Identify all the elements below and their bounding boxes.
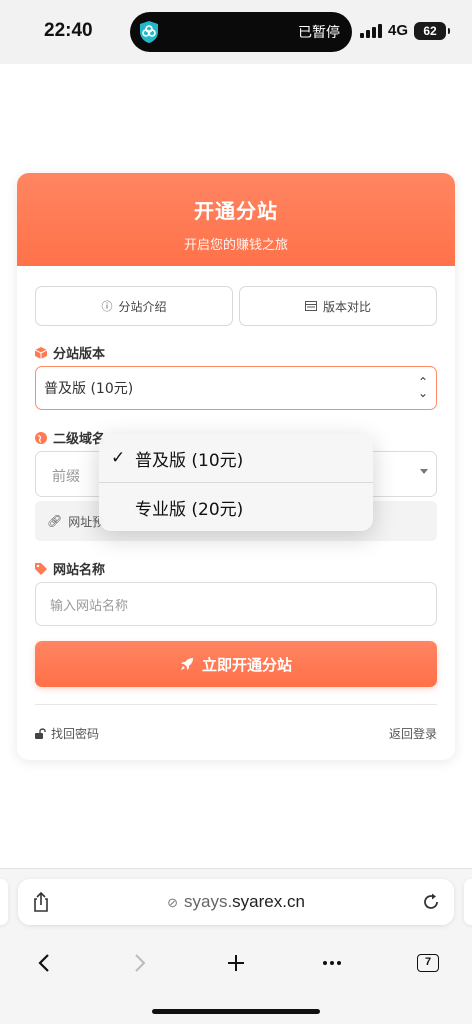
domain-label-text: 二级域名 xyxy=(53,432,106,447)
url-subdomain: syays. xyxy=(183,892,233,911)
version-dropdown-menu: ✓ 普及版 (10元) 专业版 (20元) xyxy=(99,434,373,531)
submit-button[interactable]: 立即开通分站 xyxy=(35,641,437,687)
new-tab-button[interactable] xyxy=(214,943,258,983)
version-label-text: 分站版本 xyxy=(53,347,106,362)
globe-icon xyxy=(35,431,47,444)
url-display: ⊘ syays.syarex.cn xyxy=(18,892,454,912)
caret-down-icon[interactable] xyxy=(420,469,428,474)
domain-prefix-input[interactable]: 前缀 xyxy=(52,466,80,486)
dropdown-option-label: 普及版 (10元) xyxy=(135,450,244,471)
site-name-label: 网站名称 xyxy=(35,559,105,578)
vpn-shield-icon xyxy=(140,21,158,43)
ellipsis-icon xyxy=(323,961,341,965)
intro-button-label: 分站介绍 xyxy=(118,299,167,314)
site-name-label-text: 网站名称 xyxy=(53,563,106,578)
domain-label: 二级域名 xyxy=(35,428,105,447)
box-icon xyxy=(35,346,47,359)
page-title: 开通分站 xyxy=(194,199,278,223)
tab-button-row: ⓘ 分站介绍 版本对比 xyxy=(35,286,437,326)
table-icon xyxy=(304,301,317,311)
url-domain: syarex.cn xyxy=(232,892,305,911)
forgot-password-text: 找回密码 xyxy=(51,727,100,741)
status-bar: 22:40 已暂停 4G 62 xyxy=(0,0,472,64)
back-to-login-link[interactable]: 返回登录 xyxy=(389,725,437,742)
battery-indicator: 62 xyxy=(414,22,450,40)
paused-status: 已暂停 xyxy=(298,25,340,41)
forward-button[interactable] xyxy=(118,943,162,983)
tag-icon xyxy=(35,562,47,575)
back-to-login-text: 返回登录 xyxy=(388,727,437,741)
signal-icon xyxy=(360,24,382,38)
status-time: 22:40 xyxy=(44,20,93,41)
reload-icon[interactable] xyxy=(422,892,440,912)
submit-button-label: 立即开通分站 xyxy=(201,655,292,674)
checkmark-icon: ✓ xyxy=(111,448,126,468)
link-icon: 🔗︎ xyxy=(47,514,63,528)
dropdown-option-label: 专业版 (20元) xyxy=(135,499,244,520)
more-button[interactable] xyxy=(310,943,354,983)
dynamic-island[interactable]: 已暂停 xyxy=(130,12,352,52)
next-tab-peek[interactable] xyxy=(464,879,472,925)
card-header: 开通分站 开启您的赚钱之旅 xyxy=(17,173,455,266)
version-select-value: 普及版 (10元) xyxy=(44,381,134,397)
up-down-chevron-icon: ⌃ ⌄ xyxy=(417,375,428,400)
intro-button[interactable]: ⓘ 分站介绍 xyxy=(35,286,233,326)
version-select[interactable]: 普及版 (10元) ⌃ ⌄ xyxy=(35,366,437,410)
plus-icon xyxy=(228,955,244,971)
site-name-input[interactable]: 输入网站名称 xyxy=(35,582,437,626)
compare-button-label: 版本对比 xyxy=(322,299,371,314)
dropdown-option-basic[interactable]: ✓ 普及版 (10元) xyxy=(99,434,373,482)
browser-chrome: ⊘ syays.syarex.cn 7 xyxy=(0,868,472,1024)
tabs-icon: 7 xyxy=(417,954,439,972)
back-button[interactable] xyxy=(22,943,66,983)
site-name-placeholder: 输入网站名称 xyxy=(50,598,129,614)
compare-button[interactable]: 版本对比 xyxy=(239,286,437,326)
info-icon: ⓘ xyxy=(101,300,113,313)
home-indicator[interactable] xyxy=(152,1009,320,1014)
address-bar[interactable]: ⊘ syays.syarex.cn xyxy=(18,879,454,925)
dropdown-option-pro[interactable]: 专业版 (20元) xyxy=(99,483,373,531)
previous-tab-peek[interactable] xyxy=(0,879,8,925)
browser-toolbar: 7 xyxy=(0,943,472,983)
forgot-password-link[interactable]: 找回密码 xyxy=(35,725,99,742)
tab-count: 7 xyxy=(424,956,432,968)
tabs-button[interactable]: 7 xyxy=(406,943,450,983)
divider xyxy=(35,704,437,705)
privacy-eye-slash-icon: ⊘ xyxy=(167,895,178,910)
chevron-right-icon xyxy=(135,954,146,972)
page-subtitle: 开启您的赚钱之旅 xyxy=(183,238,288,253)
version-label: 分站版本 xyxy=(35,343,105,362)
rocket-icon xyxy=(180,658,193,670)
unlock-icon xyxy=(35,728,46,739)
network-type: 4G xyxy=(388,22,409,39)
chevron-left-icon xyxy=(38,954,49,972)
